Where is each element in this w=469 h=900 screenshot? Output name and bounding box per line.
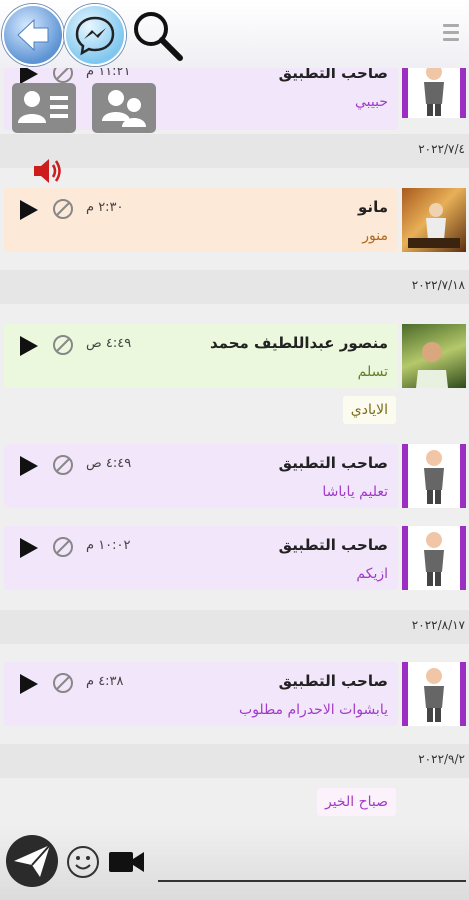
user-list-button[interactable]	[12, 83, 76, 133]
back-arrow-icon	[17, 18, 49, 52]
message-time: ٤:٤٩ ص	[86, 456, 132, 471]
date-label: ٢٠٢٢/٧/٤	[418, 142, 465, 156]
date-label: ٢٠٢٢/٧/١٨	[411, 278, 465, 292]
sender-avatar[interactable]	[402, 324, 466, 388]
avatar-figure	[424, 450, 444, 504]
play-icon[interactable]	[18, 198, 40, 222]
message-text: تسلم	[357, 364, 388, 380]
reply-bubble[interactable]: الايادي	[342, 396, 396, 424]
message-sender: مانو	[358, 198, 388, 216]
message-text: حبيبي	[355, 94, 388, 110]
group-icon	[102, 90, 146, 127]
date-separator: ٢٠٢٢/٧/١٨	[0, 270, 469, 304]
composer-bar	[0, 825, 469, 900]
messenger-icon	[75, 16, 115, 56]
send-icon	[14, 844, 51, 877]
message-time: ٤:٤٩ ص	[86, 336, 132, 351]
date-separator: ٢٠٢٢/٧/٤	[0, 134, 469, 168]
message-sender: صاحب التطبيق	[278, 672, 388, 690]
avatar-photo	[408, 203, 460, 248]
block-icon[interactable]	[52, 334, 74, 356]
play-icon[interactable]	[18, 672, 40, 696]
message-time: ١٠:٠٢ م	[86, 538, 131, 553]
message-time: ٤:٣٨ م	[86, 674, 124, 689]
sender-avatar[interactable]	[402, 662, 466, 726]
block-icon[interactable]	[52, 454, 74, 476]
date-label: ٢٠٢٢/٩/٢	[418, 752, 465, 766]
search-icon	[134, 12, 183, 61]
send-button[interactable]	[6, 835, 58, 887]
block-icon[interactable]	[52, 536, 74, 558]
block-icon[interactable]	[52, 198, 74, 220]
sender-avatar[interactable]	[402, 526, 466, 590]
messenger-button[interactable]	[64, 4, 126, 66]
message-text: منور	[362, 228, 388, 244]
emoji-button[interactable]	[66, 845, 100, 879]
message-time: ٢:٣٠ م	[86, 200, 124, 215]
video-camera-icon	[109, 852, 144, 872]
message-row[interactable]: ٤:٤٩ ص صاحب التطبيق تعليم ياباشا	[4, 444, 398, 508]
top-bar	[0, 0, 469, 68]
message-row[interactable]: ٤:٤٩ ص منصور عبداللطيف محمد تسلم	[4, 324, 398, 388]
message-sender: صاحب التطبيق	[278, 454, 388, 472]
play-icon[interactable]	[18, 334, 40, 358]
menu-icon[interactable]	[443, 24, 459, 44]
speaker-icon[interactable]	[32, 156, 66, 186]
avatar-figure	[424, 532, 444, 586]
sender-avatar[interactable]	[402, 188, 466, 252]
message-text: ازيكم	[356, 566, 388, 582]
sender-avatar[interactable]	[402, 444, 466, 508]
user-list-icon	[18, 91, 68, 123]
message-row[interactable]: ٤:٣٨ م صاحب التطبيق يابشوات الاحدرام مطل…	[4, 662, 398, 726]
smiley-icon	[67, 846, 99, 878]
search-button[interactable]	[130, 8, 186, 64]
message-row[interactable]: ٢:٣٠ م مانو منور	[4, 188, 398, 252]
message-text: تعليم ياباشا	[322, 484, 388, 500]
play-icon[interactable]	[18, 536, 40, 560]
date-separator: ٢٠٢٢/٩/٢	[0, 744, 469, 778]
message-sender: صاحب التطبيق	[278, 536, 388, 554]
avatar-figure	[424, 668, 444, 722]
group-button[interactable]	[92, 83, 156, 133]
date-label: ٢٠٢٢/٨/١٧	[411, 618, 465, 632]
play-icon[interactable]	[18, 454, 40, 478]
block-icon[interactable]	[52, 672, 74, 694]
date-separator: ٢٠٢٢/٨/١٧	[0, 610, 469, 644]
message-input[interactable]	[158, 843, 468, 881]
video-button[interactable]	[108, 849, 146, 875]
message-text: يابشوات الاحدرام مطلوب	[239, 702, 388, 718]
message-sender: منصور عبداللطيف محمد	[209, 334, 388, 352]
avatar-photo	[416, 342, 448, 388]
input-underline	[158, 880, 466, 882]
back-button[interactable]	[2, 4, 64, 66]
message-row[interactable]: ١٠:٠٢ م صاحب التطبيق ازيكم	[4, 526, 398, 590]
reply-bubble[interactable]: صباح الخير	[316, 788, 396, 816]
